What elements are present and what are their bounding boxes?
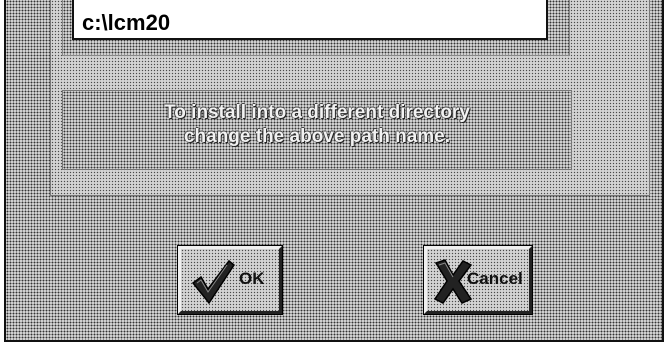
install-path-field[interactable]: [72, 0, 548, 40]
installer-dialog: To install into a different directory ch…: [4, 0, 664, 342]
checkmark-icon: [191, 259, 235, 305]
instruction-line-1: To install into a different directory: [164, 102, 470, 123]
ok-button-label: OK: [239, 269, 265, 288]
cancel-button[interactable]: Cancel: [423, 245, 533, 315]
cancel-button-label: Cancel: [467, 269, 523, 288]
instruction-line-2: change the above path name.: [183, 126, 451, 147]
ok-button[interactable]: OK: [177, 245, 283, 315]
instruction-box: To install into a different directory ch…: [62, 90, 572, 170]
